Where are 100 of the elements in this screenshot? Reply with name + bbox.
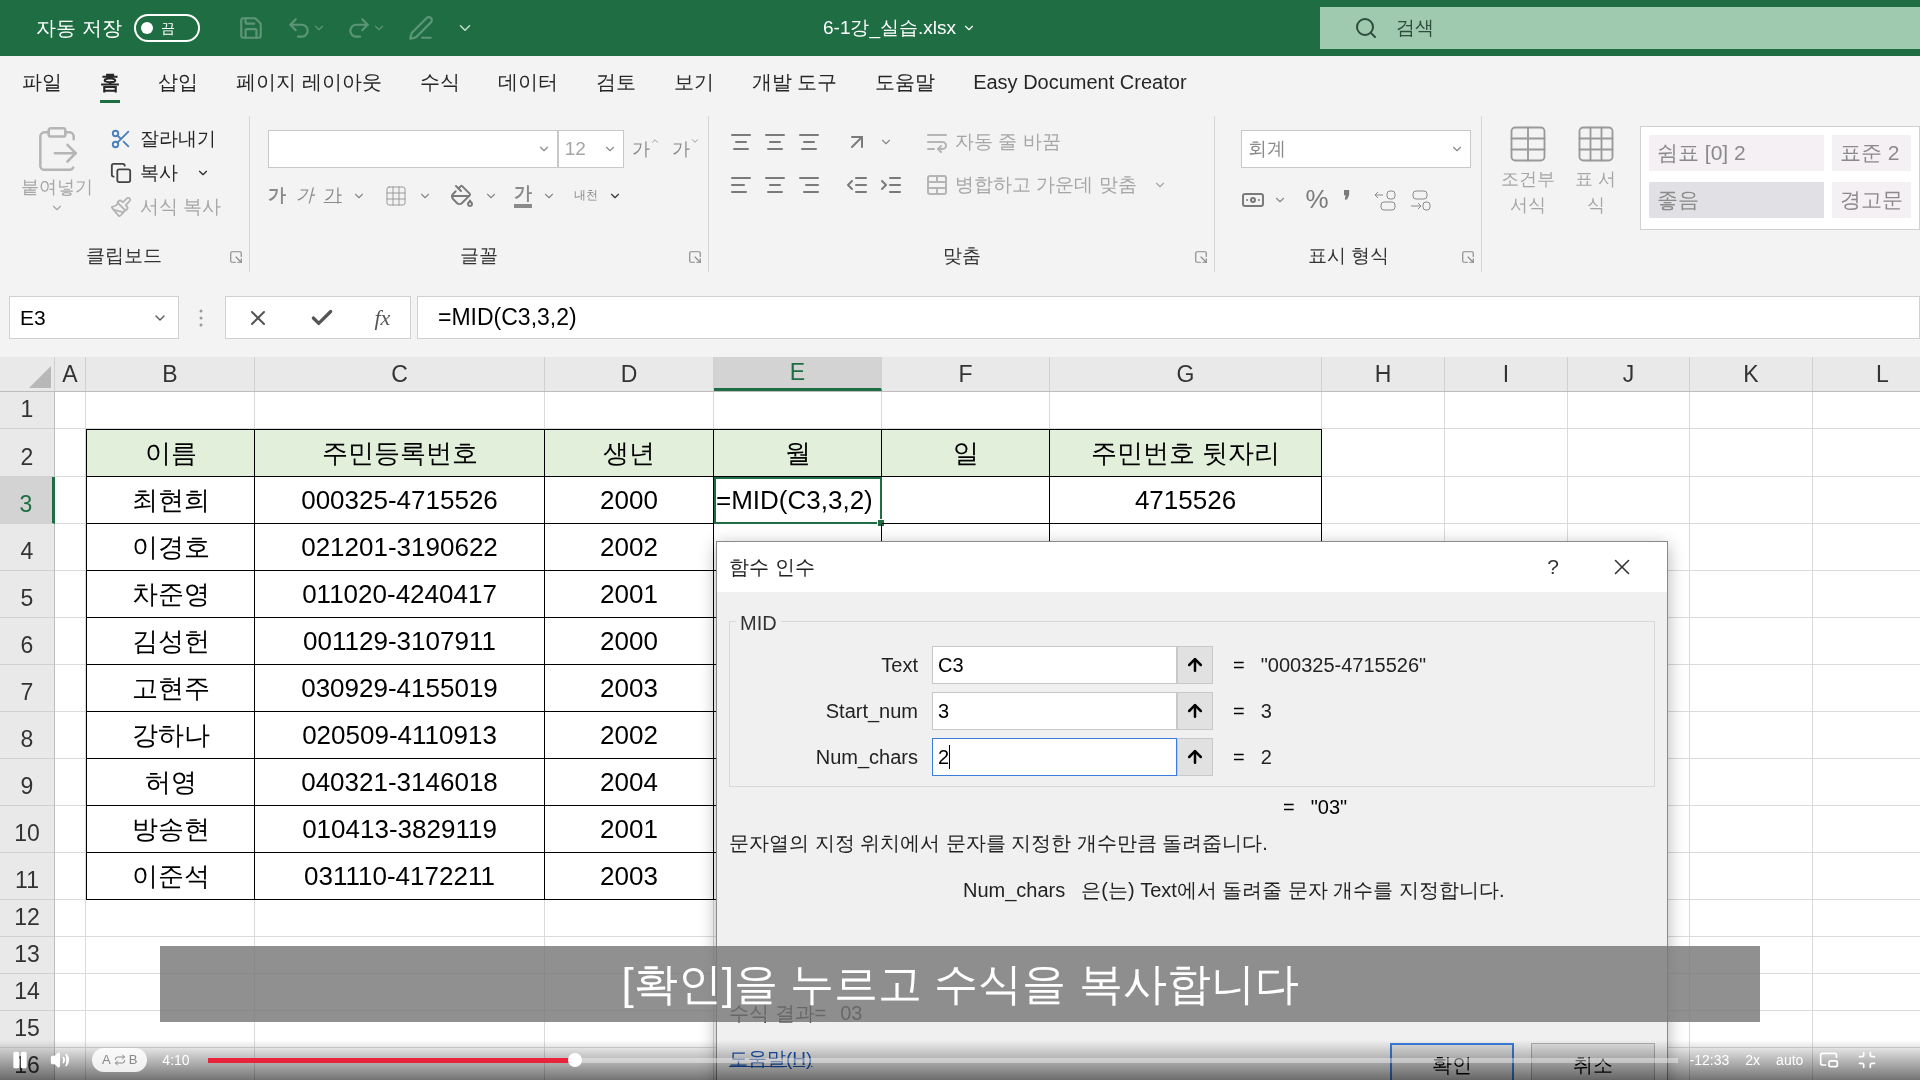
column-header[interactable]: H [1322, 357, 1445, 391]
text-cursor [949, 745, 951, 769]
row-header[interactable]: 15 [0, 1011, 55, 1048]
function-result: "03" [1310, 795, 1348, 820]
insert-function-button[interactable]: fx [374, 301, 391, 334]
row-header[interactable]: 10 [0, 806, 55, 853]
table-cell: 4715526 [1050, 477, 1322, 524]
reference-button[interactable] [1177, 646, 1213, 684]
row-header[interactable]: 13 [0, 937, 55, 974]
argument-field[interactable]: C3 [932, 646, 1177, 684]
column-header[interactable]: L [1813, 357, 1920, 391]
ribbon-tab[interactable]: 삽입 [158, 63, 198, 103]
cancel-button[interactable]: 취소 [1531, 1043, 1655, 1080]
comma-button[interactable]: ❜ [1342, 181, 1351, 218]
dialog-launcher-icon[interactable] [688, 250, 703, 264]
column-header[interactable]: E [714, 357, 882, 391]
row-header[interactable]: 4 [0, 524, 55, 571]
formula-field[interactable]: =MID(C3,3,2) [417, 296, 1920, 339]
percent-button[interactable]: % [1305, 180, 1329, 219]
table-cell: 030929-4155019 [255, 665, 545, 712]
search-icon[interactable] [1354, 16, 1378, 40]
pen-icon[interactable] [407, 15, 434, 41]
table-cell: 020509-4110913 [255, 712, 545, 759]
search-field[interactable]: 검색 [1320, 7, 1920, 49]
row-header[interactable]: 5 [0, 571, 55, 618]
table-cell: 방송현 [86, 806, 255, 853]
table-cell: 2003 [545, 853, 714, 900]
table-cell: 001129-3107911 [255, 618, 545, 665]
cut-button[interactable]: 잘라내기 [110, 124, 222, 154]
reference-button[interactable] [1177, 692, 1213, 730]
row-header[interactable]: 2 [0, 429, 55, 477]
argument-label: Start_num [824, 699, 918, 725]
ribbon-tab[interactable]: 수식 [419, 63, 460, 103]
row-header[interactable]: 1 [0, 392, 55, 429]
dialog-launcher-icon[interactable] [228, 250, 243, 264]
column-header[interactable]: A [55, 357, 86, 391]
column-header[interactable]: B [86, 357, 255, 391]
table-cell: 차준영 [86, 571, 255, 618]
ribbon-tab[interactable]: 데이터 [497, 63, 558, 103]
argument-label: Text [880, 653, 918, 678]
fullscreen-icon[interactable] [1857, 1050, 1878, 1070]
font-name-field[interactable] [267, 130, 558, 168]
table-cell: 이준석 [86, 853, 255, 900]
help-link[interactable]: 도움말(H) [729, 1047, 813, 1071]
copy-button[interactable]: 복사 [110, 158, 222, 188]
column-header[interactable]: J [1568, 357, 1690, 391]
row-header[interactable]: 9 [0, 759, 55, 806]
ribbon-tab[interactable]: 개발 도구 [751, 63, 838, 103]
reference-button[interactable] [1177, 738, 1213, 776]
argument-field[interactable]: 3 [932, 692, 1177, 730]
table-cell: 김성헌 [86, 618, 255, 665]
dialog-launcher-icon[interactable] [1461, 250, 1475, 264]
table-cell: 040321-3146018 [255, 759, 545, 806]
fill-handle[interactable] [877, 519, 885, 527]
column-header[interactable]: C [255, 357, 545, 391]
fill-color-icon[interactable] [449, 183, 474, 208]
table-cell: 2003 [545, 665, 714, 712]
column-header[interactable]: K [1690, 357, 1813, 391]
select-all-icon[interactable] [29, 366, 51, 388]
row-header[interactable]: 8 [0, 712, 55, 759]
row-header[interactable]: 11 [0, 853, 55, 900]
ribbon-tab[interactable]: 도움말 [875, 63, 936, 103]
empty-cell [55, 937, 86, 974]
empty-cell [55, 665, 86, 712]
dialog-launcher-icon[interactable] [1194, 250, 1209, 264]
table-cell: 2000 [545, 618, 714, 665]
argument-description: 은(는) Text에서 돌려줄 문자 개수를 지정합니다. [1081, 878, 1505, 903]
ribbon-tab[interactable]: 파일 [22, 63, 62, 103]
row-header[interactable]: 12 [0, 900, 55, 937]
row-header[interactable]: 6 [0, 618, 55, 665]
empty-cell [55, 806, 86, 853]
row-header[interactable]: 7 [0, 665, 55, 712]
borders-icon[interactable] [383, 183, 408, 208]
table-header-cell: 생년 [545, 429, 714, 477]
help-button[interactable]: ? [1547, 551, 1559, 583]
autosave-toggle[interactable]: 끔 [133, 14, 200, 42]
name-box[interactable]: E3 [9, 296, 179, 339]
ok-button[interactable]: 확인 [1390, 1043, 1514, 1080]
equals-sign: = [1233, 745, 1245, 770]
column-header[interactable]: I [1445, 357, 1568, 391]
argument-field[interactable]: 2 [932, 738, 1177, 776]
ribbon-tab[interactable]: Easy Document Creator [973, 63, 1187, 103]
row-header[interactable]: 14 [0, 974, 55, 1011]
table-cell: 2001 [545, 806, 714, 853]
ribbon-tab[interactable]: 보기 [673, 63, 714, 103]
argument-result: 2 [1260, 745, 1272, 770]
empty-cell [55, 392, 86, 429]
column-header[interactable]: F [882, 357, 1050, 391]
table-cell: 2004 [545, 759, 714, 806]
row-header[interactable]: 3 [0, 477, 55, 524]
column-header[interactable]: G [1050, 357, 1322, 391]
arrow-up-icon [1185, 701, 1205, 721]
active-cell[interactable]: =MID(C3,3,2) [714, 477, 882, 524]
ribbon-tab[interactable]: 홈 [100, 63, 120, 103]
volume-icon[interactable] [50, 1050, 70, 1070]
picture-in-picture-icon[interactable] [1819, 1050, 1840, 1070]
file-name[interactable]: 6-1강_실습.xlsx [823, 13, 957, 43]
ribbon-tab[interactable]: 검토 [595, 63, 636, 103]
save-icon[interactable] [237, 15, 264, 41]
ribbon-tab[interactable]: 페이지 레이아웃 [236, 63, 382, 103]
